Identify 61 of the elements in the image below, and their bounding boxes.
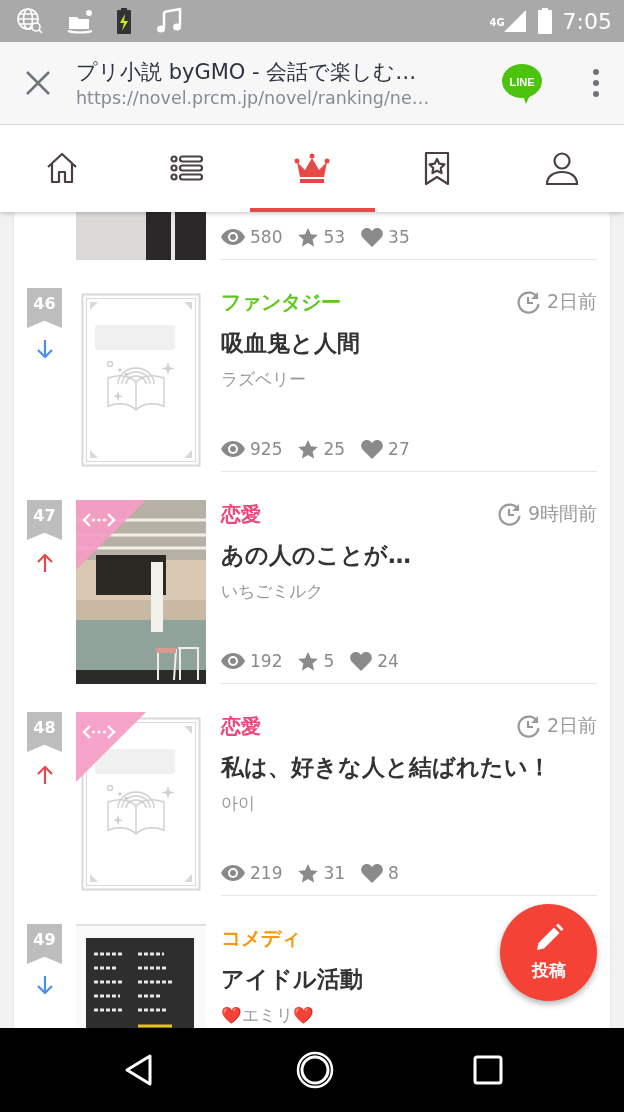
- genre-label: ファンタジー: [221, 288, 341, 316]
- updated-time: 2日前: [546, 713, 597, 738]
- like-count: 24: [377, 651, 399, 671]
- view-count: 219: [250, 863, 283, 883]
- battery-icon: [536, 8, 553, 34]
- heart-icon: [350, 651, 373, 671]
- story-title[interactable]: アイドル活動: [221, 964, 363, 995]
- music-icon: [154, 7, 184, 35]
- like-count: 8: [388, 863, 399, 883]
- favorite-count: 53: [323, 227, 346, 247]
- genre-label: 恋愛: [221, 500, 261, 528]
- star-icon: [298, 651, 319, 671]
- eye-icon: [221, 653, 245, 669]
- home-button[interactable]: [295, 1050, 335, 1090]
- eye-icon: [221, 441, 245, 457]
- star-icon: [298, 439, 319, 459]
- clock-time: 7:05: [562, 8, 612, 34]
- battery-charging-icon: [116, 7, 132, 35]
- recent-apps-button[interactable]: [472, 1054, 504, 1086]
- genre-label: コメディ: [221, 924, 301, 952]
- updated-time: 2日前: [546, 289, 597, 314]
- clock-history-icon: [516, 714, 541, 738]
- rank-badge: 49: [27, 924, 62, 964]
- heart-icon: [361, 439, 384, 459]
- nav-tab[interactable]: [499, 125, 624, 212]
- story-title[interactable]: あの人のことが…: [221, 540, 411, 571]
- page-title: プリ小説 byGMO - 会話で楽しむ…: [76, 59, 418, 86]
- author-name: いちごミルク: [221, 581, 324, 603]
- rank-badge: 48: [27, 712, 62, 752]
- rank-badge: 46: [27, 288, 62, 328]
- nav-tab[interactable]: [0, 125, 125, 212]
- view-count: 580: [250, 227, 283, 247]
- like-count: 27: [388, 439, 410, 459]
- author-name: ラズベリー: [221, 369, 307, 391]
- genre-label: 恋愛: [221, 712, 261, 740]
- eye-icon: [221, 229, 245, 245]
- rank-badge: 47: [27, 500, 62, 540]
- view-count: 192: [250, 651, 283, 671]
- like-count: 35: [388, 227, 410, 247]
- clock-history-icon: [516, 290, 541, 314]
- story-title[interactable]: 吸血鬼と人間: [221, 328, 360, 359]
- heart-icon: [361, 863, 384, 883]
- favorite-count: 31: [323, 863, 346, 883]
- clock-history-icon: [497, 502, 522, 526]
- view-count: 925: [250, 439, 283, 459]
- story-title[interactable]: 私は、好きな人と結ばれたい！: [221, 752, 551, 783]
- author-name: ❤エミリ❤: [221, 1005, 315, 1027]
- more-menu-button[interactable]: [592, 68, 600, 98]
- signal-icon: [502, 9, 527, 33]
- favorite-count: 5: [323, 651, 335, 671]
- star-icon: [298, 227, 319, 247]
- favorite-count: 25: [323, 439, 346, 459]
- user-icon: [543, 150, 580, 187]
- page-url: https://novel.prcm.jp/novel/ranking/ne…: [76, 88, 431, 108]
- updated-time: 9時間前: [527, 501, 597, 526]
- network-type: 4G: [489, 17, 505, 28]
- star-icon: [298, 863, 319, 883]
- author-name: 아이: [221, 793, 256, 815]
- globe-search-icon: [16, 7, 44, 35]
- eye-icon: [221, 865, 245, 881]
- heart-icon: [361, 227, 384, 247]
